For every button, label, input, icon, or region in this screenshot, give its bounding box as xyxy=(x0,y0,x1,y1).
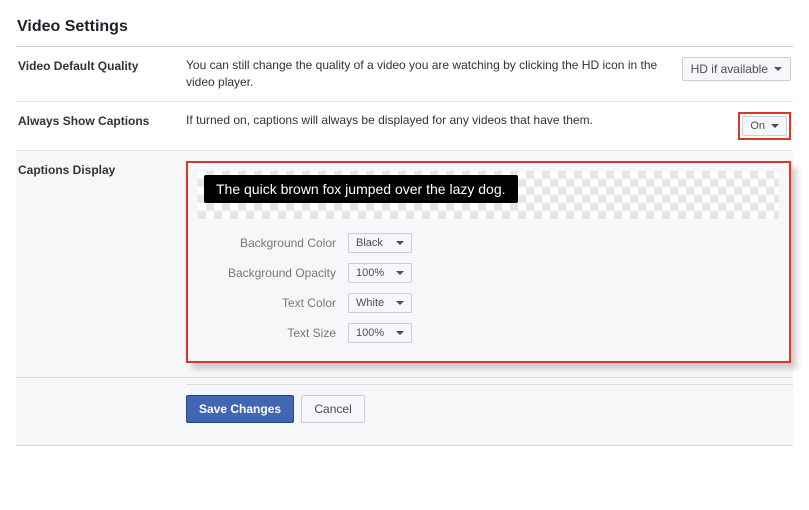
row-captions-display: Captions Display The quick brown fox jum… xyxy=(16,151,793,378)
caret-down-icon xyxy=(396,241,404,245)
desc-video-default-quality: You can still change the quality of a vi… xyxy=(186,57,682,91)
caret-down-icon xyxy=(396,301,404,305)
label-bg-opacity: Background Opacity xyxy=(198,266,348,280)
caption-options: Background Color Black Background Opacit… xyxy=(198,233,779,343)
desc-always-show-captions: If turned on, captions will always be di… xyxy=(186,112,738,129)
caption-preview-text: The quick brown fox jumped over the lazy… xyxy=(204,175,518,203)
caption-preview-checkerboard: The quick brown fox jumped over the lazy… xyxy=(198,171,779,219)
dropdown-text-color[interactable]: White xyxy=(348,293,412,313)
caret-down-icon xyxy=(396,331,404,335)
dropdown-default-quality[interactable]: HD if available xyxy=(682,57,791,81)
label-text-color: Text Color xyxy=(198,296,348,310)
label-video-default-quality: Video Default Quality xyxy=(18,57,186,73)
cancel-button[interactable]: Cancel xyxy=(301,395,364,423)
row-video-default-quality: Video Default Quality You can still chan… xyxy=(16,47,793,102)
label-always-show-captions: Always Show Captions xyxy=(18,112,186,128)
row-always-show-captions: Always Show Captions If turned on, capti… xyxy=(16,102,793,151)
dropdown-bg-color-value: Black xyxy=(356,237,383,249)
dropdown-bg-opacity-value: 100% xyxy=(356,267,384,279)
actions-divider xyxy=(186,384,793,385)
page-title: Video Settings xyxy=(16,14,793,47)
label-bg-color: Background Color xyxy=(198,236,348,250)
caret-down-icon xyxy=(774,67,782,71)
caret-down-icon xyxy=(771,124,779,128)
dropdown-default-quality-value: HD if available xyxy=(691,62,768,76)
dropdown-always-captions-value: On xyxy=(750,120,765,132)
caret-down-icon xyxy=(396,271,404,275)
save-button[interactable]: Save Changes xyxy=(186,395,294,423)
dropdown-bg-color[interactable]: Black xyxy=(348,233,412,253)
actions-bar: Save Changes Cancel xyxy=(16,378,793,446)
highlight-always-captions: On xyxy=(738,112,791,140)
captions-display-panel: The quick brown fox jumped over the lazy… xyxy=(186,161,791,363)
dropdown-text-size-value: 100% xyxy=(356,327,384,339)
dropdown-always-captions[interactable]: On xyxy=(742,116,787,136)
dropdown-text-color-value: White xyxy=(356,297,384,309)
label-captions-display: Captions Display xyxy=(18,161,186,177)
dropdown-bg-opacity[interactable]: 100% xyxy=(348,263,412,283)
dropdown-text-size[interactable]: 100% xyxy=(348,323,412,343)
label-text-size: Text Size xyxy=(198,326,348,340)
